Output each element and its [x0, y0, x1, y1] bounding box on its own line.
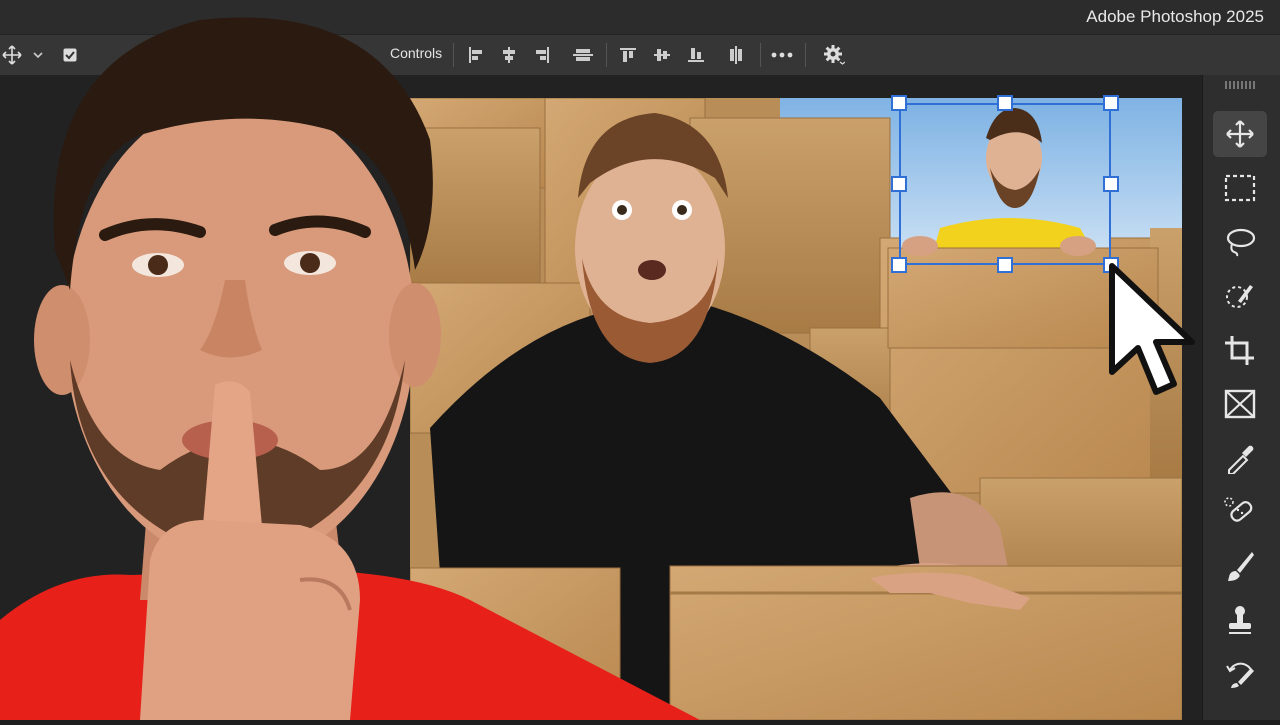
distribute-v-icon[interactable]	[724, 35, 748, 75]
rectangular-marquee-icon[interactable]	[1213, 165, 1267, 211]
app-title: Adobe Photoshop 2025	[1086, 7, 1264, 26]
transform-handle-bottom-left[interactable]	[891, 257, 907, 273]
transform-handle-bottom[interactable]	[997, 257, 1013, 273]
move-tool-icon[interactable]	[1213, 111, 1267, 157]
transform-handle-top[interactable]	[997, 95, 1013, 111]
eyedropper-icon[interactable]	[1213, 435, 1267, 481]
clone-stamp-icon[interactable]	[1213, 597, 1267, 643]
transform-handle-left[interactable]	[891, 176, 907, 192]
more-icon[interactable]	[768, 35, 796, 75]
brush-icon[interactable]	[1213, 543, 1267, 589]
presenter-figure	[0, 17, 700, 720]
transform-bounding-box[interactable]	[899, 103, 1111, 265]
gear-icon[interactable]	[820, 35, 848, 75]
panel-grip[interactable]	[1225, 81, 1255, 89]
presenter-overlay	[0, 0, 720, 720]
mouse-cursor-icon	[1108, 262, 1208, 407]
history-brush-icon[interactable]	[1213, 651, 1267, 697]
tools-panel	[1202, 75, 1280, 720]
quick-selection-icon[interactable]	[1213, 273, 1267, 319]
separator	[805, 43, 806, 67]
crop-icon[interactable]	[1213, 327, 1267, 373]
spot-healing-brush-icon[interactable]	[1213, 489, 1267, 535]
lasso-icon[interactable]	[1213, 219, 1267, 265]
separator	[760, 43, 761, 67]
transform-handle-top-left[interactable]	[891, 95, 907, 111]
transform-handle-right[interactable]	[1103, 176, 1119, 192]
transform-handle-top-right[interactable]	[1103, 95, 1119, 111]
frame-icon[interactable]	[1213, 381, 1267, 427]
